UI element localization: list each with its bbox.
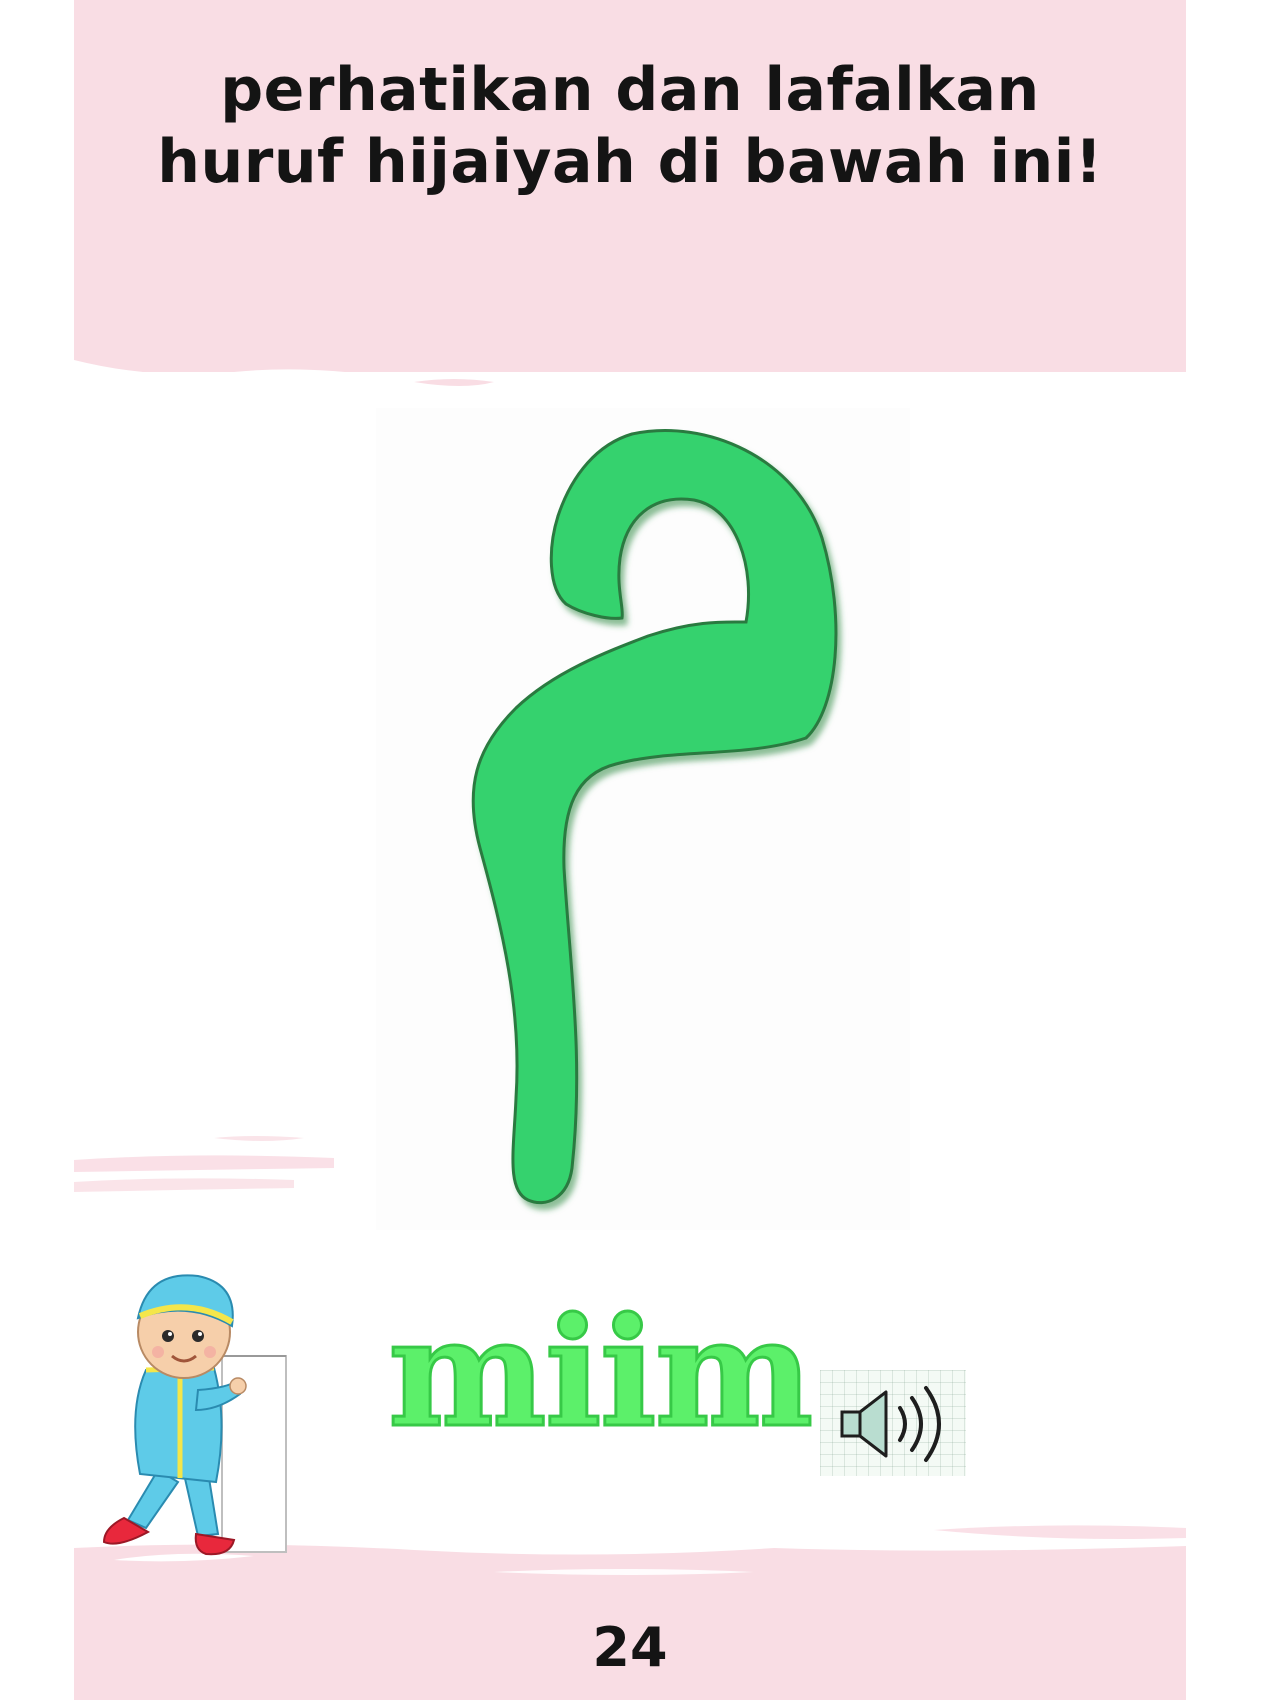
speaker-icon	[840, 1386, 941, 1462]
letter-name-text: miim	[387, 1285, 815, 1461]
title-line-1: perhatikan dan lafalkan	[220, 55, 1040, 125]
book-page: perhatikan dan lafalkan huruf hijaiyah d…	[74, 0, 1186, 1700]
play-audio-button[interactable]	[820, 1370, 966, 1476]
hijaiyah-letter-card	[376, 408, 910, 1230]
letter-miim-glyph	[471, 429, 838, 1205]
page-number: 24	[592, 1616, 668, 1679]
boy-mascot-illustration	[102, 1274, 287, 1556]
title-line-2: huruf hijaiyah di bawah ini!	[157, 127, 1103, 197]
page-title: perhatikan dan lafalkan huruf hijaiyah d…	[74, 54, 1186, 198]
